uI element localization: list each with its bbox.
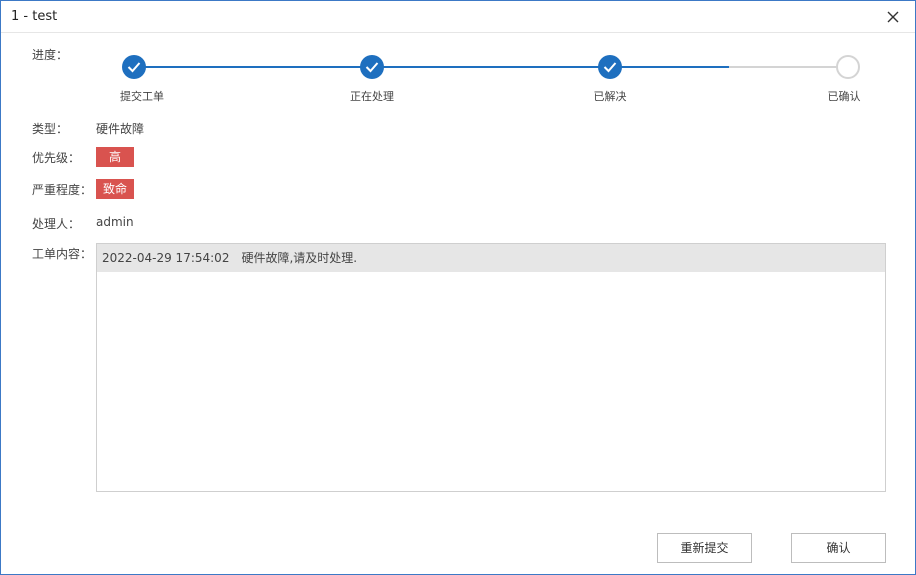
title-bar: 1 - test <box>1 1 915 33</box>
progress-track-pending <box>729 66 847 68</box>
window-title: 1 - test <box>11 9 58 24</box>
step-processing-check-icon <box>360 55 384 79</box>
close-icon[interactable] <box>883 7 903 27</box>
content-label: 工单内容： <box>32 247 93 261</box>
content-entry-text: 硬件故障,请及时处理. <box>241 251 358 265</box>
handler-label: 处理人： <box>32 217 81 231</box>
content-entry: 2022-04-29 17:54:02 硬件故障,请及时处理. <box>97 244 885 272</box>
step-label-confirmed: 已确认 <box>827 90 861 103</box>
severity-label: 严重程度： <box>32 183 93 197</box>
content-log[interactable]: 2022-04-29 17:54:02 硬件故障,请及时处理. <box>96 243 886 492</box>
priority-badge: 高 <box>96 147 134 167</box>
step-label-processing: 正在处理 <box>350 90 394 103</box>
progress-label: 进度： <box>32 48 69 62</box>
step-confirmed-circle-icon <box>836 55 860 79</box>
type-value: 硬件故障 <box>96 122 145 136</box>
resubmit-button[interactable]: 重新提交 <box>657 533 752 563</box>
content-entry-time: 2022-04-29 17:54:02 <box>102 251 230 265</box>
severity-badge: 致命 <box>96 179 134 199</box>
priority-label: 优先级： <box>32 151 81 165</box>
step-submit-check-icon <box>122 55 146 79</box>
handler-value: admin <box>96 215 134 229</box>
confirm-button[interactable]: 确认 <box>791 533 886 563</box>
type-label: 类型： <box>32 122 69 136</box>
progress-track-done <box>134 66 729 68</box>
step-label-submit: 提交工单 <box>120 90 164 103</box>
step-label-resolved: 已解决 <box>593 90 627 103</box>
dialog-window: 1 - test 进度： 提交工单 正在处理 已解决 已确认 类型： 硬件故障 … <box>0 0 916 575</box>
step-resolved-check-icon <box>598 55 622 79</box>
